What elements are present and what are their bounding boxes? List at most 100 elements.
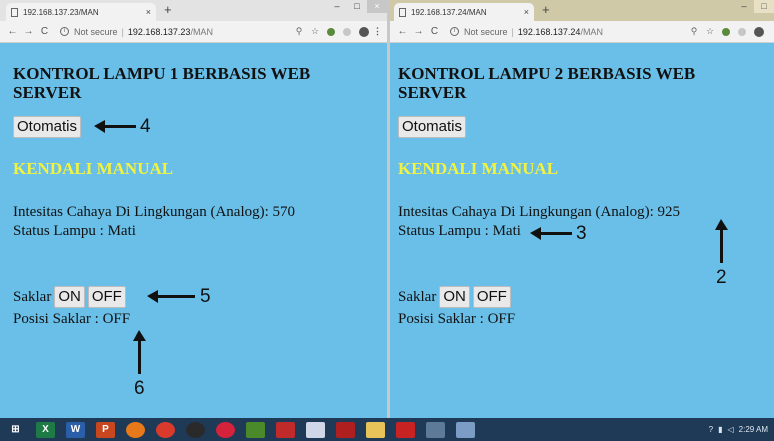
info-icon[interactable]: i	[450, 27, 459, 36]
profile-avatar-icon[interactable]	[359, 26, 369, 37]
switch-label: Saklar	[13, 288, 52, 305]
manual-control-label: KENDALI MANUAL	[398, 159, 559, 178]
browser-window-right: 192.168.137.24/MAN × + – □ ← → C i Not s…	[390, 0, 774, 418]
tab-close-icon[interactable]: ×	[524, 7, 529, 17]
maximize-button[interactable]: □	[347, 0, 367, 13]
browser-window-left: 192.168.137.23/MAN × + – □ × ← → C i Not…	[0, 0, 387, 418]
otomatis-button[interactable]: Otomatis	[398, 116, 467, 138]
tab-title: 192.168.137.24/MAN	[411, 7, 487, 17]
powerpoint-icon[interactable]: P	[96, 421, 115, 438]
browser-toolbar: ← → C i Not secure | 192.168.137.23/MAN …	[0, 21, 387, 43]
bookmark-star-icon[interactable]: ☆	[702, 26, 718, 37]
plant-icon[interactable]	[246, 421, 265, 438]
switch-row: Saklar ON OFF	[398, 286, 511, 308]
search-icon[interactable]: ⚲	[291, 26, 307, 37]
annotation-label-5: 5	[200, 286, 211, 307]
otomatis-button[interactable]: Otomatis	[13, 116, 82, 138]
volume-icon[interactable]: ◁	[727, 425, 733, 434]
switch-label: Saklar	[398, 288, 437, 305]
page-icon	[399, 7, 406, 17]
menu-icon[interactable]: ⋮	[373, 26, 382, 37]
maximize-button[interactable]: □	[754, 0, 774, 13]
app-icon[interactable]	[216, 421, 235, 438]
page-title: KONTROL LAMPU 2 BERBASIS WEB SERVER	[398, 64, 696, 102]
window-controls: – □	[734, 0, 774, 13]
annotation-arrow-2	[715, 219, 728, 263]
firefox-icon[interactable]	[126, 421, 145, 438]
new-tab-button[interactable]: +	[542, 3, 550, 17]
acrobat-icon[interactable]	[336, 421, 355, 438]
clock[interactable]: 2:29 AM	[739, 425, 768, 434]
annotation-arrow-5	[147, 290, 195, 303]
minimize-button[interactable]: –	[734, 0, 754, 13]
address-bar[interactable]: 192.168.137.24/MAN	[518, 27, 686, 37]
system-tray: ? ▮ ◁ 2:29 AM	[704, 425, 768, 434]
chrome-icon[interactable]	[156, 421, 175, 438]
file-icon[interactable]	[306, 421, 325, 438]
address-bar[interactable]: 192.168.137.23/MAN	[128, 27, 291, 37]
forward-arrow-icon[interactable]: →	[22, 26, 35, 37]
word-icon[interactable]: W	[66, 421, 85, 438]
off-button[interactable]: OFF	[87, 286, 126, 308]
switch-position-text: Posisi Saklar : OFF	[398, 311, 516, 327]
extension-icon[interactable]	[722, 27, 730, 36]
back-arrow-icon[interactable]: ←	[6, 26, 19, 37]
annotation-label-2: 2	[716, 267, 727, 288]
address-separator: |	[511, 26, 514, 37]
security-label: Not secure	[74, 26, 118, 37]
url-path: /MAN	[580, 26, 603, 37]
address-separator: |	[121, 26, 124, 37]
extension-icon[interactable]	[738, 27, 746, 36]
excel-icon[interactable]: X	[36, 421, 55, 438]
red-app-icon[interactable]	[276, 421, 295, 438]
browser-tab[interactable]: 192.168.137.23/MAN ×	[6, 3, 156, 21]
tab-close-icon[interactable]: ×	[146, 7, 151, 17]
off-button[interactable]: OFF	[472, 286, 511, 308]
annotation-arrow-6	[133, 330, 146, 374]
page-content: KONTROL LAMPU 1 BERBASIS WEB SERVER Otom…	[0, 43, 387, 418]
new-tab-button[interactable]: +	[164, 3, 172, 17]
on-button[interactable]: ON	[439, 286, 470, 308]
taskbar: ⊞ X W P ? ▮ ◁ 2:29 AM	[0, 418, 774, 441]
extension-icon[interactable]	[343, 27, 351, 36]
folder-icon[interactable]	[366, 421, 385, 438]
manual-control-label: KENDALI MANUAL	[13, 159, 174, 178]
annotation-arrow-4	[94, 120, 136, 133]
help-icon[interactable]: ?	[709, 425, 713, 434]
annotation-label-4: 4	[140, 116, 151, 137]
profile-avatar-icon[interactable]	[754, 26, 764, 37]
search-icon[interactable]: ⚲	[686, 26, 702, 37]
reload-icon[interactable]: C	[38, 26, 51, 37]
url-host: 192.168.137.23	[127, 26, 191, 37]
browser-tab[interactable]: 192.168.137.24/MAN ×	[394, 3, 534, 21]
info-icon[interactable]: i	[60, 27, 69, 36]
url-host: 192.168.137.24	[517, 26, 581, 37]
annotation-label-6: 6	[134, 378, 145, 399]
tab-bar: 192.168.137.23/MAN × + – □ ×	[0, 0, 387, 21]
minimize-button[interactable]: –	[327, 0, 347, 13]
url-path: /MAN	[190, 26, 213, 37]
page-icon	[11, 7, 18, 17]
extension-icon[interactable]	[327, 27, 335, 36]
tool-icon[interactable]	[426, 421, 445, 438]
annotation-label-3: 3	[576, 223, 587, 244]
bookmark-star-icon[interactable]: ☆	[307, 26, 323, 37]
switch-row: Saklar ON OFF	[13, 286, 126, 308]
paint-icon[interactable]	[456, 421, 475, 438]
annotation-arrow-3	[530, 227, 572, 240]
switch-position-text: Posisi Saklar : OFF	[13, 311, 131, 327]
browser-toolbar: ← → C i Not secure | 192.168.137.24/MAN …	[390, 21, 774, 43]
windows-logo-icon[interactable]: ⊞	[6, 421, 25, 438]
acrobat-reader-icon[interactable]	[396, 421, 415, 438]
window-controls: – □ ×	[327, 0, 387, 13]
media-icon[interactable]	[186, 421, 205, 438]
reload-icon[interactable]: C	[428, 26, 441, 37]
forward-arrow-icon[interactable]: →	[412, 26, 425, 37]
close-window-button[interactable]: ×	[367, 0, 387, 13]
light-intensity-text: Intesitas Cahaya Di Lingkungan (Analog):…	[398, 204, 681, 220]
page-content: KONTROL LAMPU 2 BERBASIS WEB SERVER Otom…	[390, 43, 774, 418]
on-button[interactable]: ON	[54, 286, 85, 308]
security-label: Not secure	[464, 26, 508, 37]
back-arrow-icon[interactable]: ←	[396, 26, 409, 37]
network-icon[interactable]: ▮	[718, 425, 722, 434]
